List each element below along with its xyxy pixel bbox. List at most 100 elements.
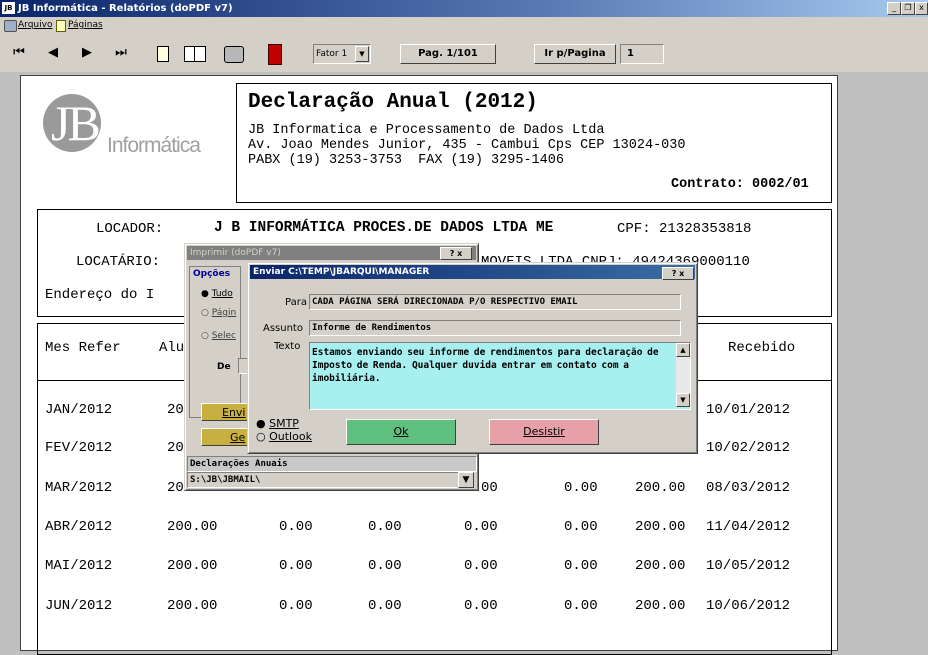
row-aluguel: 20 bbox=[167, 440, 184, 456]
minimize-button[interactable]: _ bbox=[887, 2, 901, 15]
scroll-up-icon[interactable]: ▲ bbox=[676, 343, 690, 357]
row-total: 200.00 bbox=[635, 598, 686, 614]
two-pages-divider bbox=[194, 47, 195, 61]
printer-icon bbox=[4, 20, 17, 32]
radio-pages[interactable]: ○ Págin bbox=[201, 308, 236, 318]
row-date: 10/06/2012 bbox=[706, 598, 791, 614]
row-aluguel: 200.00 bbox=[167, 598, 218, 614]
radio-selection-label: Selec bbox=[211, 331, 236, 341]
page-indicator: Pag. 1/101 bbox=[400, 44, 496, 64]
radio-outlook[interactable]: ○ Outlook bbox=[256, 430, 312, 443]
textarea-scrollbar[interactable]: ▲ ▼ bbox=[676, 343, 690, 407]
row-col4: 0.00 bbox=[464, 519, 498, 535]
row-col5: 0.00 bbox=[564, 598, 598, 614]
print-icon[interactable] bbox=[224, 46, 244, 63]
contract-number: Contrato: 0002/01 bbox=[671, 177, 809, 192]
first-page-icon[interactable]: ⏮ bbox=[10, 45, 28, 61]
row-date: 10/01/2012 bbox=[706, 402, 791, 418]
row-total: 200.00 bbox=[635, 558, 686, 574]
texto-textarea[interactable]: Estamos enviando seu informe de rendimen… bbox=[309, 342, 691, 410]
print-dialog-title: Imprimir (doPDF v7) bbox=[187, 246, 476, 260]
assunto-input[interactable]: Informe de Rendimentos bbox=[309, 320, 681, 336]
texto-value: Estamos enviando seu informe de rendimen… bbox=[312, 347, 659, 384]
app-icon: JB bbox=[2, 2, 15, 14]
ok-button-label: Ok bbox=[393, 425, 409, 438]
row-aluguel: 200.00 bbox=[167, 558, 218, 574]
options-group-label: Opções bbox=[191, 269, 233, 279]
row-col2: 0.00 bbox=[279, 558, 313, 574]
desistir-button[interactable]: Desistir bbox=[489, 419, 599, 445]
row-col2: 0.00 bbox=[279, 519, 313, 535]
row-aluguel: 200.00 bbox=[167, 519, 218, 535]
window-title: JB Informática - Relatórios (doPDF v7) bbox=[18, 3, 233, 14]
company-line-2: Av. Joao Mendes Junior, 435 - Cambui Cps… bbox=[248, 138, 686, 153]
row-month: JAN/2012 bbox=[45, 402, 113, 418]
para-label: Para bbox=[285, 297, 307, 308]
locador-label: LOCADOR: bbox=[96, 221, 164, 237]
two-pages-icon[interactable] bbox=[184, 46, 206, 62]
company-line-3: PABX (19) 3253-3753 FAX (19) 3295-1406 bbox=[248, 153, 564, 168]
ok-button[interactable]: Ok bbox=[346, 419, 456, 445]
radio-smtp[interactable]: ● SMTP bbox=[256, 417, 299, 430]
row-aluguel: 20 bbox=[167, 480, 184, 496]
scroll-down-icon[interactable]: ▼ bbox=[676, 393, 690, 407]
row-total: 200.00 bbox=[635, 480, 686, 496]
send-button-label: Envi bbox=[222, 406, 246, 419]
locador-cpf: CPF: 21328353818 bbox=[617, 221, 752, 237]
row-col2: 0.00 bbox=[279, 598, 313, 614]
row-month: MAR/2012 bbox=[45, 480, 113, 496]
exit-door-icon[interactable] bbox=[268, 44, 282, 65]
row-col3: 0.00 bbox=[368, 598, 402, 614]
logo-text: Informática bbox=[107, 134, 201, 157]
path-dropdown-button[interactable]: ▼ bbox=[458, 472, 474, 488]
locador-value: J B INFORMÁTICA PROCES.DE DADOS LTDA ME bbox=[214, 220, 554, 236]
chevron-down-icon: ▼ bbox=[462, 475, 470, 485]
close-button[interactable]: x bbox=[915, 2, 928, 15]
send-dialog: Enviar C:\TEMP\JBARQUI\MANAGER ? x Para … bbox=[247, 262, 698, 454]
col-mes-refer: Mes Refer bbox=[45, 340, 121, 356]
factor-select-value: Fator 1 bbox=[316, 49, 348, 59]
menu-paginas[interactable]: Páginas bbox=[68, 18, 103, 33]
radio-selection[interactable]: ○ Selec bbox=[201, 331, 236, 341]
row-col5: 0.00 bbox=[564, 519, 598, 535]
row-col4: 0.00 bbox=[464, 598, 498, 614]
row-month: ABR/2012 bbox=[45, 519, 113, 535]
generate-button[interactable]: Ge bbox=[201, 428, 251, 446]
last-page-icon[interactable]: ⏭ bbox=[112, 45, 130, 61]
menu-arquivo[interactable]: Arquivo bbox=[18, 18, 52, 33]
next-page-icon[interactable]: ▶ bbox=[78, 45, 96, 61]
print-dialog-help-close[interactable]: ? x bbox=[440, 247, 472, 260]
goto-page-input[interactable]: 1 bbox=[620, 44, 664, 64]
row-col3: 0.00 bbox=[368, 519, 402, 535]
row-col3: 0.00 bbox=[368, 558, 402, 574]
factor-select[interactable]: Fator 1 ▼ bbox=[313, 44, 371, 64]
radio-all-label: Tudo bbox=[211, 289, 233, 299]
goto-page-button[interactable]: Ir p/Pagina bbox=[534, 44, 616, 64]
locatario-label: LOCATÁRIO: bbox=[76, 254, 161, 270]
prev-page-icon[interactable]: ◀ bbox=[44, 45, 62, 61]
restore-button[interactable]: ❐ bbox=[901, 2, 915, 15]
generate-button-label: Ge bbox=[230, 431, 246, 444]
row-date: 10/02/2012 bbox=[706, 440, 791, 456]
send-button[interactable]: Envi bbox=[201, 403, 251, 421]
single-page-icon[interactable] bbox=[157, 46, 169, 62]
endereco-label: Endereço do I bbox=[45, 287, 155, 303]
radio-outlook-label: Outlook bbox=[269, 430, 312, 443]
row-aluguel: 20 bbox=[167, 402, 184, 418]
de-label: De bbox=[217, 362, 231, 372]
send-dialog-title: Enviar C:\TEMP\JBARQUI\MANAGER bbox=[250, 265, 695, 279]
menu-paginas-label: Páginas bbox=[68, 20, 103, 30]
radio-all[interactable]: ● Tudo bbox=[201, 289, 233, 299]
send-dialog-help-close[interactable]: ? x bbox=[662, 267, 694, 280]
row-col5: 0.00 bbox=[564, 480, 598, 496]
path-input[interactable]: S:\JB\JBMAIL\ bbox=[187, 472, 463, 488]
declaracoes-label: Declarações Anuais bbox=[187, 456, 477, 472]
radio-smtp-label: SMTP bbox=[269, 417, 299, 430]
row-month: FEV/2012 bbox=[45, 440, 113, 456]
company-line-1: JB Informatica e Processamento de Dados … bbox=[248, 123, 605, 138]
row-date: 10/05/2012 bbox=[706, 558, 791, 574]
para-input[interactable]: CADA PÁGINA SERÁ DIRECIONADA P/O RESPECT… bbox=[309, 294, 681, 310]
menu-bar: Arquivo Páginas bbox=[0, 17, 928, 34]
title-bar: JB JB Informática - Relatórios (doPDF v7… bbox=[0, 0, 928, 17]
logo-mark: JB bbox=[51, 95, 101, 151]
